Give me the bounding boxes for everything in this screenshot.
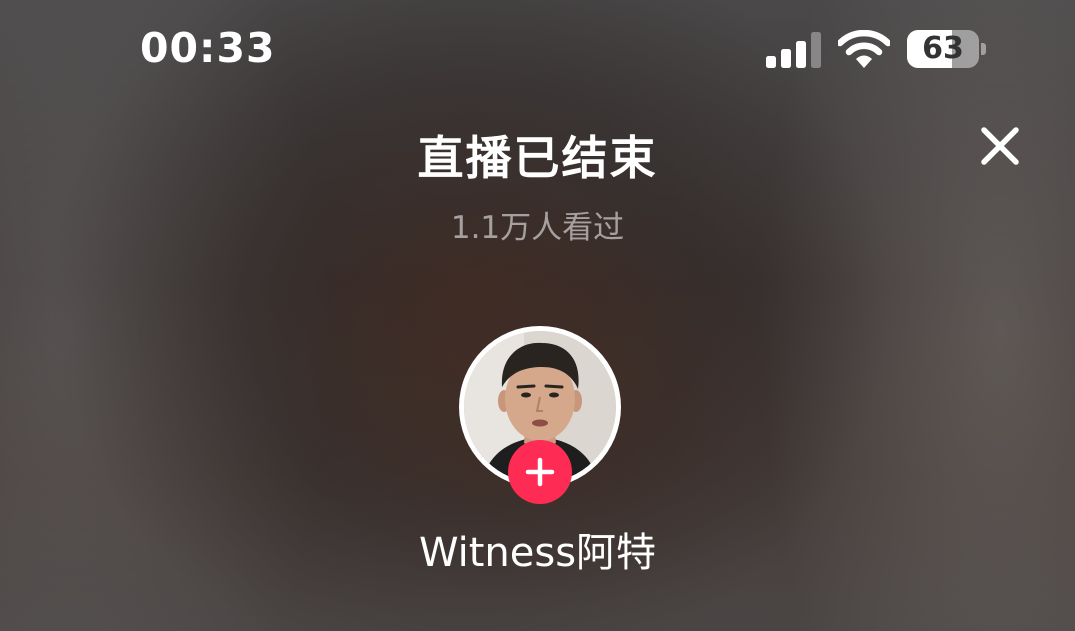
battery-percentage: 63 [922, 31, 964, 66]
battery-indicator: 63 [907, 30, 979, 68]
close-icon [981, 127, 1019, 165]
status-time: 00:33 [140, 24, 276, 72]
wifi-icon [838, 30, 890, 68]
cellular-signal-icon [766, 32, 821, 68]
viewer-count: 1.1万人看过 [450, 210, 625, 246]
battery-tip [981, 43, 986, 55]
follow-button[interactable] [508, 440, 572, 504]
host-username[interactable]: Witness阿特 [0, 520, 1075, 578]
live-ended-title: 直播已结束 [417, 131, 658, 185]
plus-icon [525, 457, 555, 487]
close-button[interactable] [976, 122, 1024, 170]
